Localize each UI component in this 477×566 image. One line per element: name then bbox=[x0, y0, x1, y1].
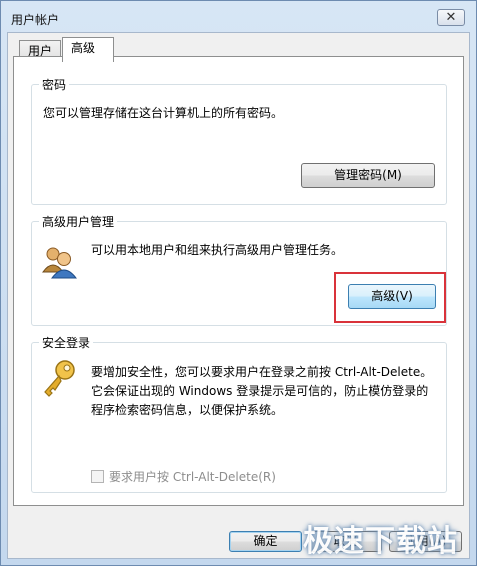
key-icon bbox=[41, 359, 77, 399]
ctrl-alt-delete-label: 要求用户按 Ctrl-Alt-Delete(R) bbox=[109, 470, 276, 484]
watermark-logo: 极速下载站 bbox=[303, 524, 458, 559]
tab-advanced-label: 高级 bbox=[71, 41, 96, 55]
advanced-user-group-label: 高级用户管理 bbox=[39, 213, 118, 230]
user-accounts-dialog: 用户帐户 ✕ 用户 高级 密码 您可以管理存储在这台计算机上的所有密码。 管理密… bbox=[0, 0, 477, 566]
advanced-user-description: 可以用本地用户和组来执行高级用户管理任务。 bbox=[91, 243, 344, 257]
secure-logon-line-3: 程序检索密码信息，以便保护系统。 bbox=[91, 403, 284, 417]
ok-button[interactable]: 确定 bbox=[229, 531, 302, 552]
window-title: 用户帐户 bbox=[11, 13, 60, 27]
password-group-label: 密码 bbox=[39, 76, 70, 93]
title-bar[interactable]: 用户帐户 ✕ bbox=[1, 1, 476, 31]
secure-logon-line-1: 要增加安全性，您可以要求用户在登录之前按 Ctrl-Alt-Delete。 bbox=[91, 365, 433, 379]
close-icon: ✕ bbox=[445, 10, 457, 25]
tab-advanced[interactable]: 高级 bbox=[62, 37, 114, 62]
ctrl-alt-delete-checkbox-row: 要求用户按 Ctrl-Alt-Delete(R) bbox=[91, 468, 276, 485]
ctrl-alt-delete-checkbox bbox=[91, 470, 104, 483]
secure-logon-group-label: 安全登录 bbox=[39, 334, 94, 351]
manage-passwords-button[interactable]: 管理密码(M) bbox=[301, 163, 435, 188]
advanced-button[interactable]: 高级(V) bbox=[348, 284, 436, 309]
users-icon bbox=[41, 244, 78, 280]
secure-logon-line-2: 它会保证出现的 Windows 登录提示是可信的，防止模仿登录的 bbox=[91, 384, 429, 398]
close-button[interactable]: ✕ bbox=[437, 9, 465, 26]
password-description: 您可以管理存储在这台计算机上的所有密码。 bbox=[43, 106, 284, 120]
